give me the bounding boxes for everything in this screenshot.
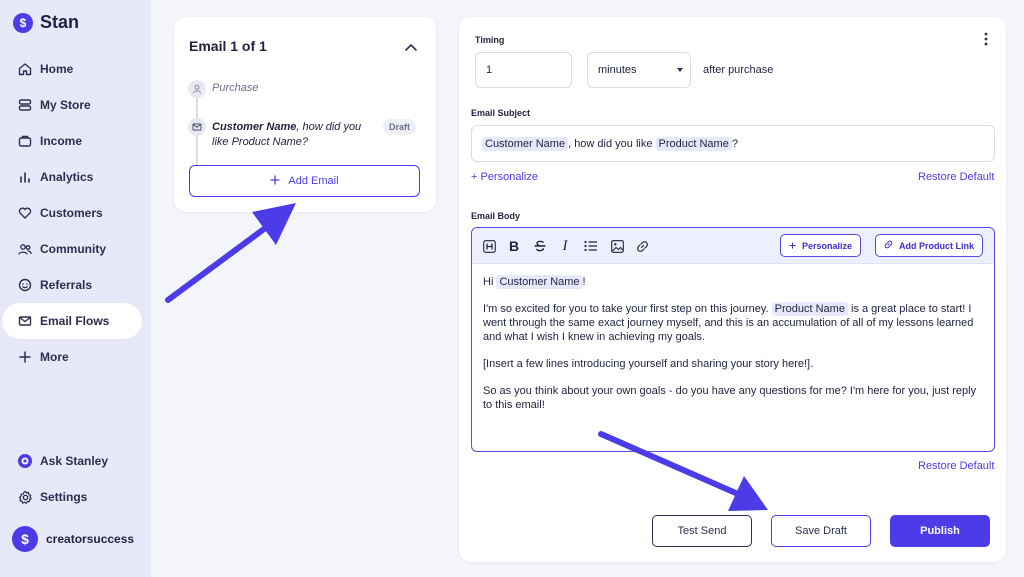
strikethrough-icon[interactable] — [531, 237, 549, 255]
mail-icon — [17, 313, 33, 329]
gear-icon — [17, 489, 33, 505]
avatar: $ — [12, 526, 38, 552]
bold-icon[interactable]: B — [505, 237, 523, 255]
test-send-button[interactable]: Test Send — [652, 515, 752, 547]
toolbar-personalize-button[interactable]: Personalize — [780, 234, 862, 257]
sidebar-item-label: Customers — [40, 206, 103, 220]
more-options-icon[interactable] — [984, 32, 988, 51]
sidebar-item-label: Referrals — [40, 278, 93, 292]
restore-default-body-link[interactable]: Restore Default — [918, 460, 994, 472]
timing-label: Timing — [475, 35, 505, 45]
caret-down-icon — [676, 64, 684, 76]
trigger-label: Purchase — [212, 82, 259, 94]
sidebar-item-ask-stanley[interactable]: Ask Stanley — [2, 443, 142, 479]
sidebar: $ Stan Home My Store Income Analytics Cu… — [0, 0, 151, 577]
sidebar-item-label: Community — [40, 242, 106, 256]
sidebar-item-label: Email Flows — [40, 314, 110, 328]
image-icon[interactable] — [608, 237, 626, 255]
link-icon[interactable] — [633, 237, 651, 255]
users-icon — [17, 241, 33, 257]
email-subject-input[interactable]: Customer Name , how did you like Product… — [471, 125, 995, 162]
body-paragraph: [Insert a few lines introducing yourself… — [483, 358, 814, 370]
plus-icon — [789, 241, 796, 251]
sidebar-nav: Home My Store Income Analytics Customers — [0, 51, 151, 375]
mail-icon — [188, 118, 206, 136]
after-purchase-text: after purchase — [703, 64, 774, 76]
sidebar-item-customers[interactable]: Customers — [2, 195, 142, 231]
body-paragraph: So as you think about your own goals - d… — [483, 385, 977, 411]
sidebar-item-more[interactable]: More — [2, 339, 142, 375]
sidebar-item-my-store[interactable]: My Store — [2, 87, 142, 123]
add-product-link-button[interactable]: Add Product Link — [875, 234, 983, 257]
store-icon — [17, 97, 33, 113]
stan-logo-icon: $ — [13, 12, 33, 33]
email-step-name-token: Customer Name — [212, 121, 297, 133]
customer-name-token: Customer Name — [496, 275, 583, 289]
personalize-link[interactable]: + Personalize — [471, 171, 538, 183]
sidebar-item-analytics[interactable]: Analytics — [2, 159, 142, 195]
bot-icon — [17, 453, 33, 469]
sidebar-item-home[interactable]: Home — [2, 51, 142, 87]
customer-name-token: Customer Name — [482, 136, 569, 151]
chevron-up-icon[interactable] — [404, 39, 418, 57]
body-greeting: Hi Customer Name! — [483, 275, 586, 289]
body-paragraph: I'm so excited for you to take your firs… — [483, 302, 974, 343]
sidebar-item-label: Home — [40, 62, 74, 76]
add-email-button[interactable]: Add Email — [189, 165, 420, 197]
email-step-title[interactable]: Customer Name, how did you like Product … — [212, 120, 372, 150]
sidebar-item-label: Settings — [40, 490, 88, 504]
email-flow-card: Email 1 of 1 Purchase Customer Name, how… — [174, 17, 436, 212]
editor-toolbar: B I Personalize Add Product Link — [472, 228, 994, 264]
timing-unit-select[interactable]: minutes — [587, 52, 691, 88]
sidebar-item-label: Income — [40, 134, 83, 148]
home-icon — [17, 61, 33, 77]
brand[interactable]: $ Stan — [13, 12, 79, 33]
email-body-editor[interactable]: B I Personalize Add Product Link Hi Cust… — [471, 227, 995, 452]
timing-value-input[interactable]: 1 — [475, 52, 572, 88]
sidebar-item-label: More — [40, 350, 69, 364]
italic-icon[interactable]: I — [556, 237, 574, 255]
list-icon[interactable] — [582, 237, 600, 255]
flow-title: Email 1 of 1 — [189, 38, 267, 54]
plus-icon — [270, 174, 281, 188]
bar-chart-icon — [17, 169, 33, 185]
product-name-token: Product Name — [655, 136, 732, 151]
publish-button[interactable]: Publish — [890, 515, 990, 547]
status-badge: Draft — [383, 119, 417, 135]
heart-icon — [17, 205, 33, 221]
product-name-token: Product Name — [771, 302, 848, 316]
email-subject-label: Email Subject — [471, 108, 531, 118]
sidebar-item-community[interactable]: Community — [2, 231, 142, 267]
sidebar-item-label: My Store — [40, 98, 91, 112]
username: creatorsuccess — [46, 532, 135, 546]
sidebar-item-label: Analytics — [40, 170, 94, 184]
user-profile[interactable]: $ creatorsuccess — [12, 526, 134, 552]
user-icon — [188, 80, 206, 98]
sidebar-bottom-nav: Ask Stanley Settings — [0, 443, 151, 515]
sidebar-item-referrals[interactable]: Referrals — [2, 267, 142, 303]
email-body-text[interactable]: Hi Customer Name! I'm so excited for you… — [483, 275, 988, 425]
annotation-arrow-add-email — [165, 203, 296, 303]
heading-icon[interactable] — [480, 237, 498, 255]
plus-icon — [17, 349, 33, 365]
brand-name: Stan — [40, 12, 80, 32]
sidebar-item-email-flows[interactable]: Email Flows — [2, 303, 142, 339]
sidebar-item-income[interactable]: Income — [2, 123, 142, 159]
sidebar-item-settings[interactable]: Settings — [2, 479, 142, 515]
smile-icon — [17, 277, 33, 293]
wallet-icon — [17, 133, 33, 149]
link-icon — [884, 240, 893, 251]
save-draft-button[interactable]: Save Draft — [771, 515, 871, 547]
email-body-label: Email Body — [471, 211, 521, 221]
restore-default-link[interactable]: Restore Default — [918, 171, 994, 183]
sidebar-item-label: Ask Stanley — [40, 454, 109, 468]
email-editor: Timing 1 minutes after purchase Email Su… — [459, 17, 1006, 562]
